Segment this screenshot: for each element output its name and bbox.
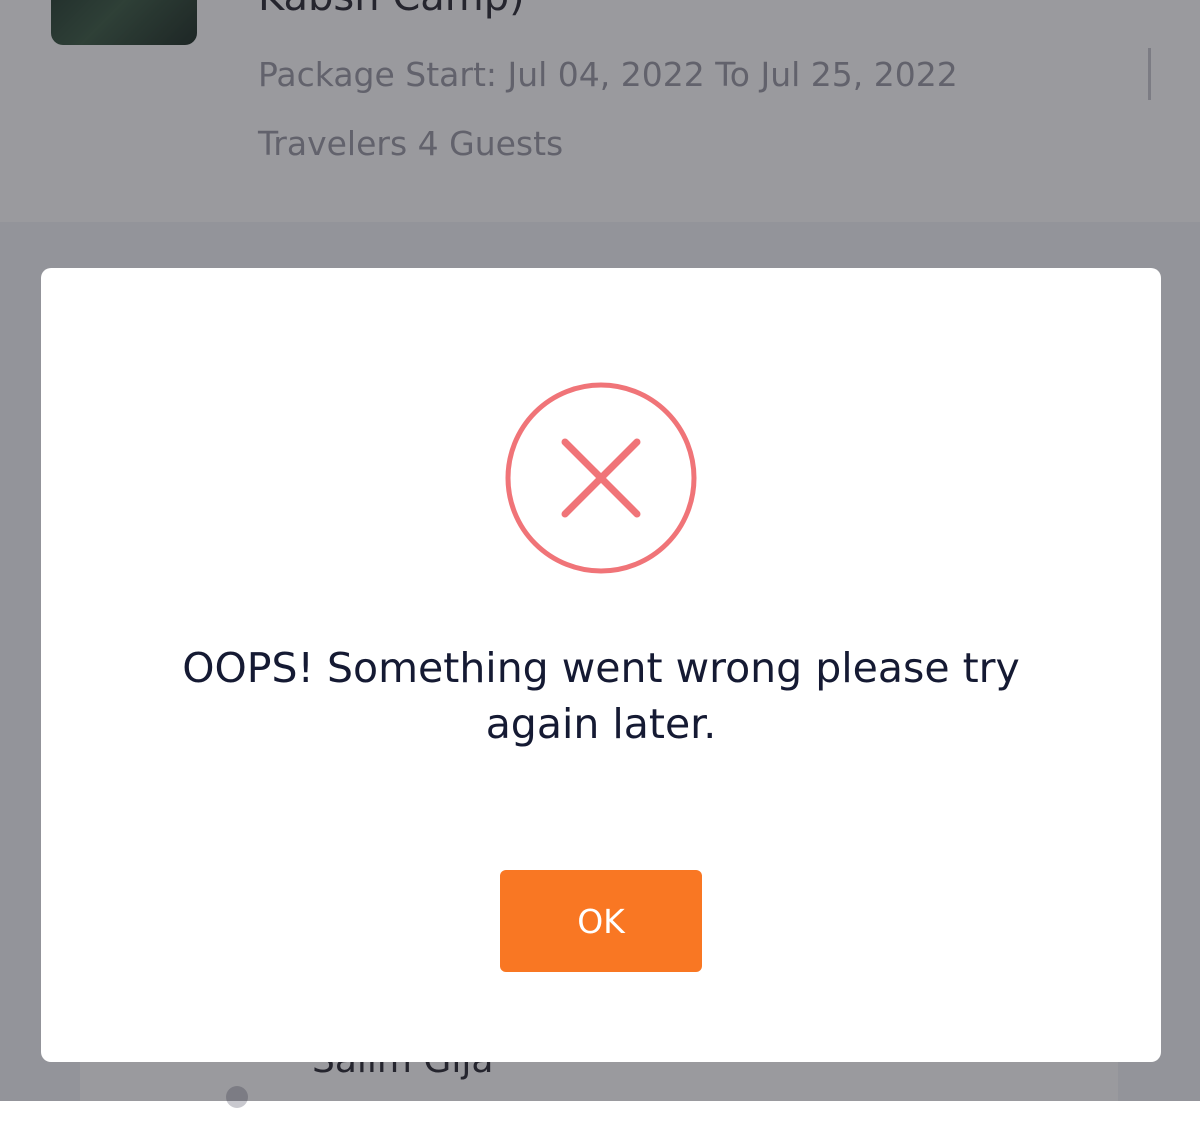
error-x-circle-icon [505, 382, 697, 574]
error-message: OOPS! Something went wrong please try ag… [182, 644, 1020, 748]
ok-button[interactable]: OK [500, 870, 702, 972]
error-dialog: OOPS! Something went wrong please try ag… [41, 268, 1161, 1062]
